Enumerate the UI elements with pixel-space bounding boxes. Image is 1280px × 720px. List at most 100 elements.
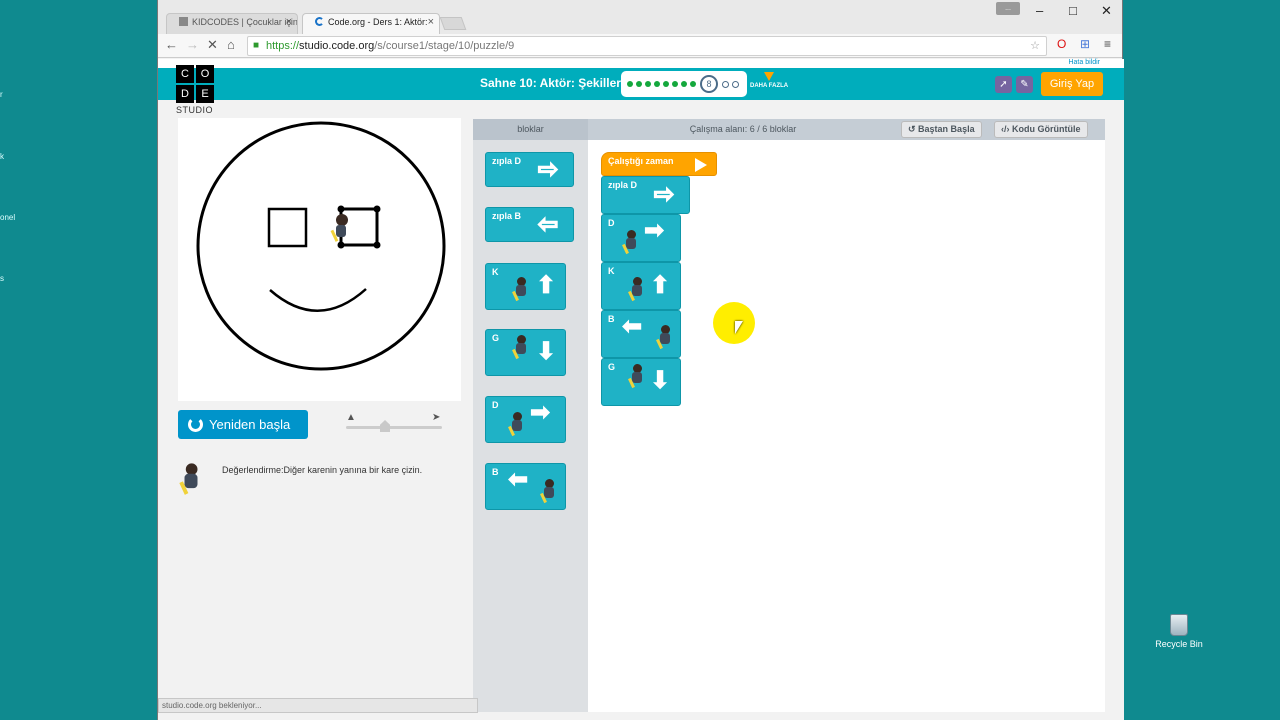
block-label: B: [492, 467, 499, 477]
slider-track[interactable]: [346, 426, 442, 429]
artist-icon: [508, 412, 524, 437]
logo-studio-text: STUDIO: [176, 105, 214, 115]
forward-icon[interactable]: →: [186, 37, 199, 52]
desktop-label: k: [0, 152, 4, 161]
program-block-move-left[interactable]: B ⬅: [601, 310, 681, 358]
stage-title[interactable]: Sahne 10: Aktör: Şekiller: [480, 76, 621, 90]
desktop-label: r: [0, 90, 3, 99]
toolbox-block-move-left[interactable]: B ⬅: [485, 463, 566, 510]
rocket-icon[interactable]: ➚: [995, 76, 1012, 93]
arrow-right-icon: ➡: [644, 217, 665, 244]
toolbox-block-move-up[interactable]: K ⬆: [485, 263, 566, 310]
reset-label: Yeniden başla: [209, 417, 291, 432]
artist-avatar-icon: [179, 463, 200, 495]
stop-icon[interactable]: ✕: [207, 37, 218, 53]
play-icon: [695, 158, 707, 172]
progress-dot[interactable]: [732, 80, 739, 88]
progress-dot[interactable]: [722, 80, 729, 88]
speed-slider[interactable]: ▲ ➤: [346, 412, 446, 434]
workspace-header: bloklar Çalışma alanı: 6 / 6 bloklar ↺ B…: [473, 119, 1105, 140]
progress-dot[interactable]: [681, 81, 687, 87]
back-icon[interactable]: ←: [165, 37, 178, 52]
address-bar[interactable]: ■ https://studio.code.org/s/course1/stag…: [247, 36, 1047, 56]
maximize-icon[interactable]: □: [1069, 3, 1077, 18]
block-label: D: [492, 400, 499, 410]
show-code-button[interactable]: ‹/› Kodu Görüntüle: [994, 121, 1088, 138]
arrow-down-icon: ⬇: [650, 367, 671, 394]
code-icon: ‹/›: [1001, 124, 1012, 134]
tab-kidcodes[interactable]: KIDCODES | Çocuklar için ×: [166, 13, 298, 34]
new-tab-button[interactable]: [439, 17, 467, 30]
progress-dot[interactable]: [672, 81, 678, 87]
program-block-move-right[interactable]: D ➡: [601, 214, 681, 262]
logo-letter: O: [196, 65, 214, 83]
mouse-cursor-icon: [735, 321, 743, 334]
progress-dot[interactable]: [636, 81, 642, 87]
progress-dot[interactable]: [654, 81, 660, 87]
slider-handle[interactable]: [380, 420, 390, 432]
current-puzzle-bubble[interactable]: 8: [700, 75, 718, 93]
dashed-arrow-right-icon: ⇨: [537, 156, 559, 183]
toolbox: zıpla D ⇨ zıpla B ⇦ K ⬆ G ⬇ D ➡ B ⬅: [473, 140, 588, 712]
dashed-arrow-right-icon: ⇨: [653, 181, 675, 208]
pencil-icon[interactable]: ✎: [1016, 76, 1033, 93]
progress-dot[interactable]: [627, 81, 633, 87]
vertex-dot: [337, 241, 345, 249]
artist-icon: [512, 335, 528, 360]
minimize-icon[interactable]: –: [1036, 3, 1043, 18]
artist-drawing: [196, 121, 446, 371]
more-dropdown[interactable]: DAHA FAZLA: [750, 72, 788, 89]
home-icon[interactable]: ⌂: [227, 37, 235, 52]
when-run-block[interactable]: Çalıştığı zaman: [601, 152, 717, 176]
artist-icon: [512, 277, 528, 302]
left-eye-square: [267, 207, 308, 248]
workspace-label: Çalışma alanı: 6 / 6 bloklar: [689, 124, 797, 134]
instructions-text: Değerlendirme:Diğer karenin yanına bir k…: [222, 465, 423, 475]
caret-down-icon: [764, 72, 775, 81]
recycle-bin-icon[interactable]: Recycle Bin: [1150, 614, 1208, 649]
studio-header: Sahne 10: Aktör: Şekiller 8 DAHA FAZLA ➚…: [158, 68, 1124, 100]
report-bug-link[interactable]: Hata bildir: [1068, 59, 1100, 66]
browser-toolbar: ← → ✕ ⌂ ■ https://studio.code.org/s/cour…: [158, 34, 1122, 58]
profile-button[interactable]: ...: [996, 2, 1020, 15]
progress-dot[interactable]: [663, 81, 669, 87]
close-window-icon[interactable]: ✕: [1101, 3, 1112, 19]
progress-bubbles: 8: [621, 71, 747, 97]
url-host: studio.code.org: [299, 40, 375, 52]
close-tab-icon[interactable]: ×: [428, 16, 434, 28]
opera-icon[interactable]: O: [1057, 37, 1066, 51]
progress-dot[interactable]: [645, 81, 651, 87]
block-label: K: [608, 266, 615, 276]
login-button[interactable]: Giriş Yap: [1041, 72, 1103, 96]
program-block-move-down[interactable]: G ⬇: [601, 358, 681, 406]
artist-icon: [628, 277, 644, 302]
toolbox-block-jump-left[interactable]: zıpla B ⇦: [485, 207, 574, 242]
menu-icon[interactable]: ≡: [1104, 37, 1111, 51]
more-label: DAHA FAZLA: [750, 83, 789, 89]
rabbit-icon: ➤: [432, 412, 441, 423]
program-block-jump-right[interactable]: zıpla D ⇨: [601, 176, 690, 214]
toolbox-block-move-right[interactable]: D ➡: [485, 396, 566, 443]
translate-icon[interactable]: ⊞: [1080, 37, 1090, 51]
code-studio-logo[interactable]: C O D E STUDIO: [176, 65, 216, 115]
reset-button[interactable]: Yeniden başla: [178, 410, 308, 439]
browser-window: KIDCODES | Çocuklar için × Code.org - De…: [157, 0, 1124, 720]
tab-codeorg[interactable]: Code.org - Ders 1: Aktör: ×: [302, 13, 440, 34]
toolbox-block-jump-right[interactable]: zıpla D ⇨: [485, 152, 574, 187]
block-label: K: [492, 267, 499, 277]
tab-title: KIDCODES | Çocuklar için: [192, 17, 298, 27]
block-label: D: [608, 218, 615, 228]
dashed-arrow-left-icon: ⇦: [537, 211, 559, 238]
arrow-left-icon: ⬅: [508, 466, 529, 493]
code-studio-page: Hata bildir Sahne 10: Aktör: Şekiller 8 …: [158, 59, 1124, 720]
logo-letter: C: [176, 65, 194, 83]
block-label: B: [608, 314, 615, 324]
arrow-up-icon: ⬆: [650, 272, 671, 299]
bookmark-star-icon[interactable]: ☆: [1030, 37, 1040, 55]
toolbox-block-move-down[interactable]: G ⬇: [485, 329, 566, 376]
close-tab-icon[interactable]: ×: [286, 16, 292, 28]
logo-letter: E: [196, 85, 214, 103]
start-over-button[interactable]: ↺ Baştan Başla: [901, 121, 982, 138]
program-block-move-up[interactable]: K ⬆: [601, 262, 681, 310]
progress-dot[interactable]: [690, 81, 696, 87]
